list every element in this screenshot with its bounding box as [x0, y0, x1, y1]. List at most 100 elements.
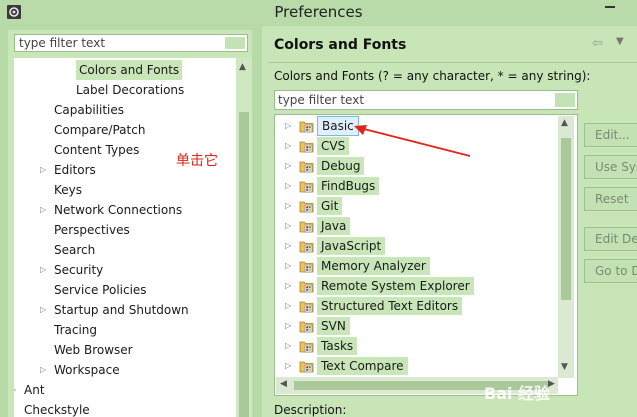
tree-item[interactable]: Compare/Patch [14, 120, 242, 140]
tree-item[interactable]: ▷ Ant [14, 380, 242, 400]
color-category-item[interactable]: ▷ JavaScript [275, 236, 565, 256]
expand-arrow-icon[interactable]: ▷ [14, 380, 16, 400]
folder-icon [299, 241, 314, 253]
folder-icon [299, 201, 314, 213]
expand-arrow-icon[interactable]: ▷ [40, 160, 46, 180]
expand-arrow-icon[interactable]: ▷ [285, 156, 291, 176]
expand-arrow-icon[interactable]: ▷ [40, 200, 46, 220]
left-filter-placeholder: type filter text [19, 36, 106, 50]
tree-item[interactable]: ▷ Security [14, 260, 242, 280]
menu-chevron-icon[interactable]: ▼ [616, 36, 624, 47]
tree-item[interactable]: Label Decorations [14, 80, 242, 100]
tree-item-label: Ant [24, 383, 45, 397]
tree-item[interactable]: Search [14, 240, 242, 260]
back-arrow-icon[interactable]: ⇦ [592, 36, 603, 51]
tree-item[interactable]: Perspectives [14, 220, 242, 240]
expand-arrow-icon[interactable]: ▷ [285, 176, 291, 196]
expand-arrow-icon[interactable]: ▷ [40, 360, 46, 380]
expand-arrow-icon[interactable]: ▷ [285, 196, 291, 216]
color-category-item[interactable]: ▷ Memory Analyzer [275, 256, 565, 276]
minimize-button[interactable] [603, 0, 617, 10]
expand-arrow-icon[interactable]: ▷ [285, 336, 291, 356]
color-category-label: JavaScript [317, 237, 386, 255]
reset-button[interactable]: Reset [584, 187, 637, 211]
filter-description: Colors and Fonts (? = any character, * =… [274, 69, 591, 83]
tree-item[interactable]: Web Browser [14, 340, 242, 360]
tree-item[interactable]: Tracing [14, 320, 242, 340]
edit-default-button[interactable]: Edit Default... [584, 227, 637, 251]
color-category-item[interactable]: ▷ Remote System Explorer [275, 276, 565, 296]
scroll-up-icon[interactable]: ▲ [239, 62, 246, 72]
expand-arrow-icon[interactable]: ▷ [285, 316, 291, 336]
right-vertical-scrollbar[interactable]: ▲ ▼ [558, 116, 574, 378]
right-filter-placeholder: type filter text [278, 93, 365, 107]
tree-item-label: Service Policies [54, 283, 147, 297]
folder-icon [299, 161, 314, 173]
color-category-item[interactable]: ▷ FindBugs [275, 176, 565, 196]
annotation-text: 单击它 [176, 153, 218, 169]
tree-item-label: Workspace [54, 363, 120, 377]
tree-item[interactable]: ▷ Startup and Shutdown [14, 300, 242, 320]
expand-arrow-icon[interactable]: ▷ [285, 136, 291, 156]
color-category-item[interactable]: ▷ Java [275, 216, 565, 236]
tree-item-label: Search [54, 243, 96, 257]
right-filter-input[interactable]: type filter text [274, 90, 578, 110]
colors-fonts-page: Colors and Fonts ⇦ ▼ Colors and Fonts (?… [262, 26, 637, 417]
page-title: Colors and Fonts [274, 37, 407, 53]
expand-arrow-icon[interactable]: ▷ [285, 116, 291, 136]
scrollbar-thumb[interactable] [561, 138, 571, 300]
color-category-label: Text Compare [317, 357, 408, 375]
clear-filter-icon[interactable] [555, 93, 575, 107]
color-category-label: Structured Text Editors [317, 297, 463, 315]
tree-item-label: Editors [54, 163, 96, 177]
expand-arrow-icon[interactable]: ▷ [285, 296, 291, 316]
expand-arrow-icon[interactable]: ▷ [285, 276, 291, 296]
expand-arrow-icon[interactable]: ▷ [285, 256, 291, 276]
tree-item[interactable]: Capabilities [14, 100, 242, 120]
color-category-item[interactable]: ▷ Tasks [275, 336, 565, 356]
tree-item-label: Checkstyle [24, 403, 90, 417]
preference-tree-panel: type filter text Colors and Fonts Label D… [8, 30, 252, 417]
left-vertical-scrollbar[interactable]: ▲ [236, 58, 252, 417]
go-to-default-button[interactable]: Go to Default [584, 259, 637, 283]
tree-item[interactable]: Service Policies [14, 280, 242, 300]
scroll-left-icon[interactable]: ◀ [280, 379, 287, 389]
tree-item-label: Colors and Fonts [76, 60, 183, 80]
window-title: Preferences [274, 3, 363, 21]
scroll-down-icon[interactable]: ▼ [561, 362, 568, 372]
tree-item-label: Keys [54, 183, 83, 197]
color-category-label: Git [317, 197, 343, 215]
color-category-item[interactable]: ▷ SVN [275, 316, 565, 336]
tree-item[interactable]: Checkstyle [14, 400, 242, 417]
edit-button[interactable]: Edit... [584, 123, 637, 147]
color-category-label: CVS [317, 137, 350, 155]
color-category-item[interactable]: ▷ Text Compare [275, 356, 565, 376]
expand-arrow-icon[interactable]: ▷ [285, 236, 291, 256]
expand-arrow-icon[interactable]: ▷ [285, 356, 291, 376]
annotation-arrow-icon [354, 125, 471, 157]
expand-arrow-icon[interactable]: ▷ [285, 216, 291, 236]
tree-item-label: Content Types [54, 143, 140, 157]
title-divider [268, 62, 637, 63]
tree-item-label: Tracing [54, 323, 98, 337]
preference-tree: Colors and Fonts Label Decorations Capabil… [14, 58, 242, 417]
tree-item[interactable]: Colors and Fonts [14, 60, 242, 80]
color-category-item[interactable]: ▷ Structured Text Editors [275, 296, 565, 316]
tree-item-label: Security [54, 263, 104, 277]
folder-icon [299, 341, 314, 353]
tree-item-label: Label Decorations [76, 83, 185, 97]
color-category-label: SVN [317, 317, 350, 335]
tree-item[interactable]: ▷ Network Connections [14, 200, 242, 220]
scrollbar-thumb[interactable] [239, 112, 249, 417]
use-system-font-button[interactable]: Use System Font [584, 155, 637, 179]
tree-item-label: Network Connections [54, 203, 183, 217]
folder-icon [299, 181, 314, 193]
scroll-up-icon[interactable]: ▲ [561, 118, 568, 128]
tree-item[interactable]: Keys [14, 180, 242, 200]
left-filter-input[interactable]: type filter text [14, 34, 248, 52]
expand-arrow-icon[interactable]: ▷ [40, 300, 46, 320]
expand-arrow-icon[interactable]: ▷ [40, 260, 46, 280]
clear-filter-icon[interactable] [225, 37, 245, 49]
color-category-item[interactable]: ▷ Git [275, 196, 565, 216]
tree-item[interactable]: ▷ Workspace [14, 360, 242, 380]
